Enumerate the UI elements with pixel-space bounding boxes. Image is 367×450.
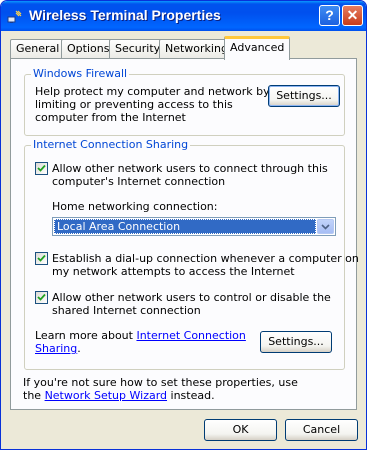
checkmark-icon	[37, 164, 46, 172]
tab-networking[interactable]: Networking	[159, 39, 234, 58]
ics-help-link[interactable]: Internet Connection	[136, 329, 245, 342]
allow-control-label-line-1[interactable]: Allow other network users to control or …	[52, 291, 331, 304]
firewall-description-line-2: limiting or preventing access to this	[35, 98, 233, 111]
allow-connect-label-line-1[interactable]: Allow other network users to connect thr…	[52, 162, 328, 175]
title-bar[interactable]: Wireless Terminal Properties ? ✕	[1, 1, 366, 31]
wizard-note-line-2: the Network Setup Wizard instead.	[23, 389, 215, 402]
wizard-note-prefix: the	[23, 389, 45, 402]
windows-firewall-group-label: Windows Firewall	[31, 67, 130, 80]
learn-more-suffix: .	[77, 342, 81, 355]
cancel-button[interactable]: Cancel	[285, 419, 358, 441]
dialup-checkbox[interactable]	[35, 252, 48, 265]
dropdown-arrow-icon[interactable]	[317, 219, 334, 234]
allow-control-label-line-2[interactable]: shared Internet connection	[52, 304, 201, 317]
properties-dialog: Wireless Terminal Properties ? ✕ General…	[0, 0, 367, 450]
tab-options[interactable]: Options	[61, 39, 116, 58]
firewall-settings-button[interactable]: Settings...	[268, 85, 340, 107]
help-button[interactable]: ?	[319, 5, 340, 26]
tab-security[interactable]: Security	[109, 39, 167, 58]
network-connection-icon	[7, 10, 22, 23]
close-button[interactable]: ✕	[342, 5, 363, 26]
wizard-note-suffix: instead.	[167, 389, 215, 402]
ics-group-label: Internet Connection Sharing	[31, 138, 191, 151]
tab-advanced[interactable]: Advanced	[224, 36, 291, 60]
allow-control-checkbox[interactable]	[35, 291, 48, 304]
learn-more-line-1: Learn more about Internet Connection	[35, 329, 246, 342]
firewall-description-line-1: Help protect my computer and network by	[35, 85, 270, 98]
allow-connect-checkbox[interactable]	[35, 162, 48, 175]
internet-connection-sharing-group: Internet Connection Sharing Allow other …	[24, 138, 359, 370]
learn-more-prefix: Learn more about	[35, 329, 137, 342]
window-title: Wireless Terminal Properties	[29, 7, 221, 23]
ics-help-link-continued[interactable]: Sharing	[35, 342, 77, 355]
dialup-label-line-2[interactable]: my network attempts to access the Intern…	[52, 265, 295, 278]
ok-button[interactable]: OK	[204, 419, 277, 441]
advanced-tab-panel: Windows Firewall Help protect my compute…	[10, 58, 359, 410]
ics-settings-button[interactable]: Settings...	[260, 331, 332, 353]
home-network-label: Home networking connection:	[52, 200, 218, 213]
tab-general[interactable]: General	[10, 39, 66, 58]
firewall-description-line-3: computer from the Internet	[35, 111, 186, 124]
wizard-note-line-1: If you're not sure how to set these prop…	[23, 376, 298, 389]
checkmark-icon	[37, 293, 46, 301]
windows-firewall-group: Windows Firewall Help protect my compute…	[24, 67, 345, 136]
dialup-label-line-1[interactable]: Establish a dial-up connection whenever …	[52, 252, 359, 265]
home-network-select[interactable]: Local Area Connection	[52, 217, 336, 236]
home-network-selected-value: Local Area Connection	[54, 219, 316, 234]
allow-connect-label-line-2[interactable]: computer's Internet connection	[52, 175, 225, 188]
network-setup-wizard-link[interactable]: Network Setup Wizard	[45, 389, 167, 402]
checkmark-icon	[37, 254, 46, 262]
learn-more-line-2: Sharing.	[35, 342, 81, 355]
